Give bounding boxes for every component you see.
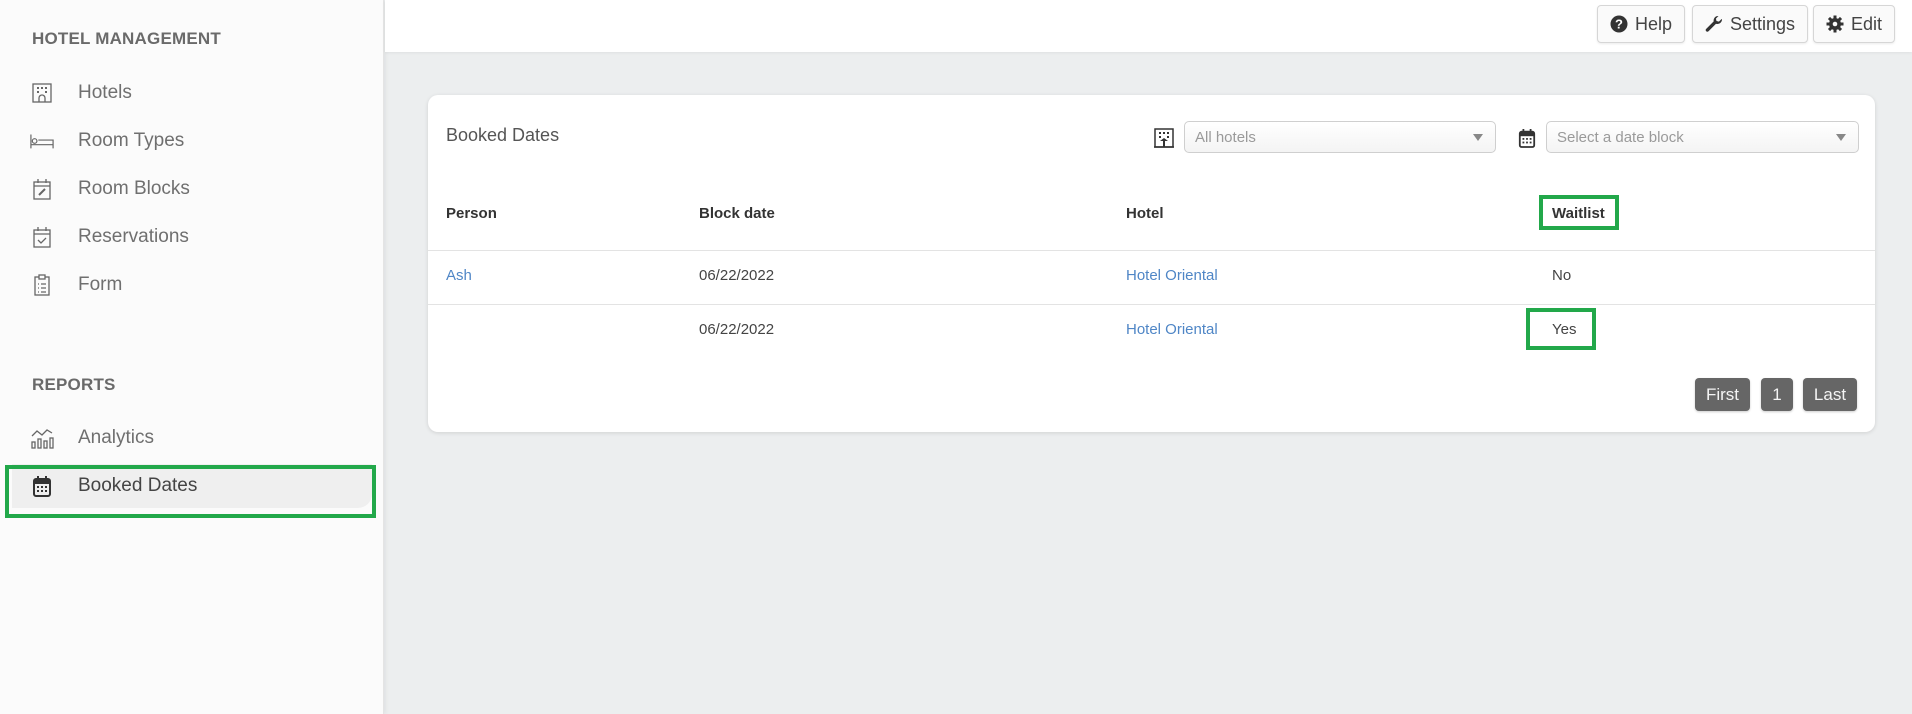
sidebar-item-label: Booked Dates <box>78 475 198 496</box>
person-link[interactable]: Ash <box>446 267 472 284</box>
pagination-last-button[interactable]: Last <box>1803 378 1857 411</box>
pagination-first-button[interactable]: First <box>1695 378 1750 411</box>
waitlist-cell: Yes <box>1552 321 1577 338</box>
sidebar-item-label: Room Types <box>78 130 185 151</box>
waitlist-cell: No <box>1552 267 1572 284</box>
help-label: Help <box>1635 13 1673 34</box>
clipboard-icon <box>30 273 54 297</box>
chevron-down-icon <box>1473 134 1483 141</box>
hotel-link[interactable]: Hotel Oriental <box>1126 267 1218 284</box>
sidebar-item-label: Analytics <box>78 427 155 448</box>
hotel-filter-value: All hotels <box>1195 128 1256 146</box>
pagination-page-button[interactable]: 1 <box>1761 378 1793 411</box>
column-header-person: Person <box>446 205 497 222</box>
hotel-icon <box>30 81 54 105</box>
section-title-reports: REPORTS <box>32 375 116 394</box>
sidebar-item-label: Reservations <box>78 226 189 247</box>
sidebar-item-booked-dates[interactable]: Booked Dates <box>12 464 372 508</box>
wrench-icon <box>1705 15 1723 33</box>
card-title: Booked Dates <box>446 125 560 145</box>
row-divider <box>428 304 1875 305</box>
column-header-hotel: Hotel <box>1126 205 1164 222</box>
calendar-edit-icon <box>30 177 54 201</box>
gear-icon <box>1826 15 1844 33</box>
chevron-down-icon <box>1836 134 1846 141</box>
calendar-icon <box>30 474 54 498</box>
block-date-cell: 06/22/2022 <box>699 267 775 284</box>
bed-icon <box>30 129 54 153</box>
sidebar-item-form[interactable]: Form <box>12 263 372 307</box>
hotel-link[interactable]: Hotel Oriental <box>1126 321 1218 338</box>
date-block-placeholder: Select a date block <box>1557 128 1684 146</box>
edit-button[interactable]: Edit <box>1813 5 1896 43</box>
booked-dates-card: Booked Dates All hotels Select a date bl… <box>428 95 1875 432</box>
sidebar-item-label: Room Blocks <box>78 178 190 199</box>
settings-button[interactable]: Settings <box>1692 5 1809 43</box>
calendar-check-icon <box>30 225 54 249</box>
sidebar-item-label: Form <box>78 274 123 295</box>
edit-label: Edit <box>1851 13 1883 34</box>
analytics-icon <box>30 426 54 450</box>
help-icon: ? <box>1610 15 1628 33</box>
sidebar-item-hotels[interactable]: Hotels <box>12 71 372 115</box>
sidebar-item-reservations[interactable]: Reservations <box>12 215 372 259</box>
sidebar-item-room-blocks[interactable]: Room Blocks <box>12 167 372 211</box>
svg-text:?: ? <box>1615 17 1623 32</box>
section-title-hotel-management: HOTEL MANAGEMENT <box>32 29 221 48</box>
block-date-cell: 06/22/2022 <box>699 321 775 338</box>
settings-label: Settings <box>1730 13 1796 34</box>
help-button[interactable]: ? Help <box>1597 5 1686 43</box>
date-filter-icon <box>1515 126 1539 150</box>
sidebar-item-analytics[interactable]: Analytics <box>12 416 372 460</box>
hotel-filter-select[interactable]: All hotels <box>1184 121 1496 153</box>
sidebar-item-room-types[interactable]: Room Types <box>12 119 372 163</box>
column-header-block-date: Block date <box>699 205 775 222</box>
column-header-waitlist: Waitlist <box>1552 205 1605 222</box>
date-block-select[interactable]: Select a date block <box>1546 121 1859 153</box>
row-divider <box>428 250 1875 251</box>
hotel-filter-icon <box>1152 126 1176 150</box>
sidebar-item-label: Hotels <box>78 82 132 103</box>
sidebar: HOTEL MANAGEMENT Hotels Room Types Room … <box>0 0 384 714</box>
